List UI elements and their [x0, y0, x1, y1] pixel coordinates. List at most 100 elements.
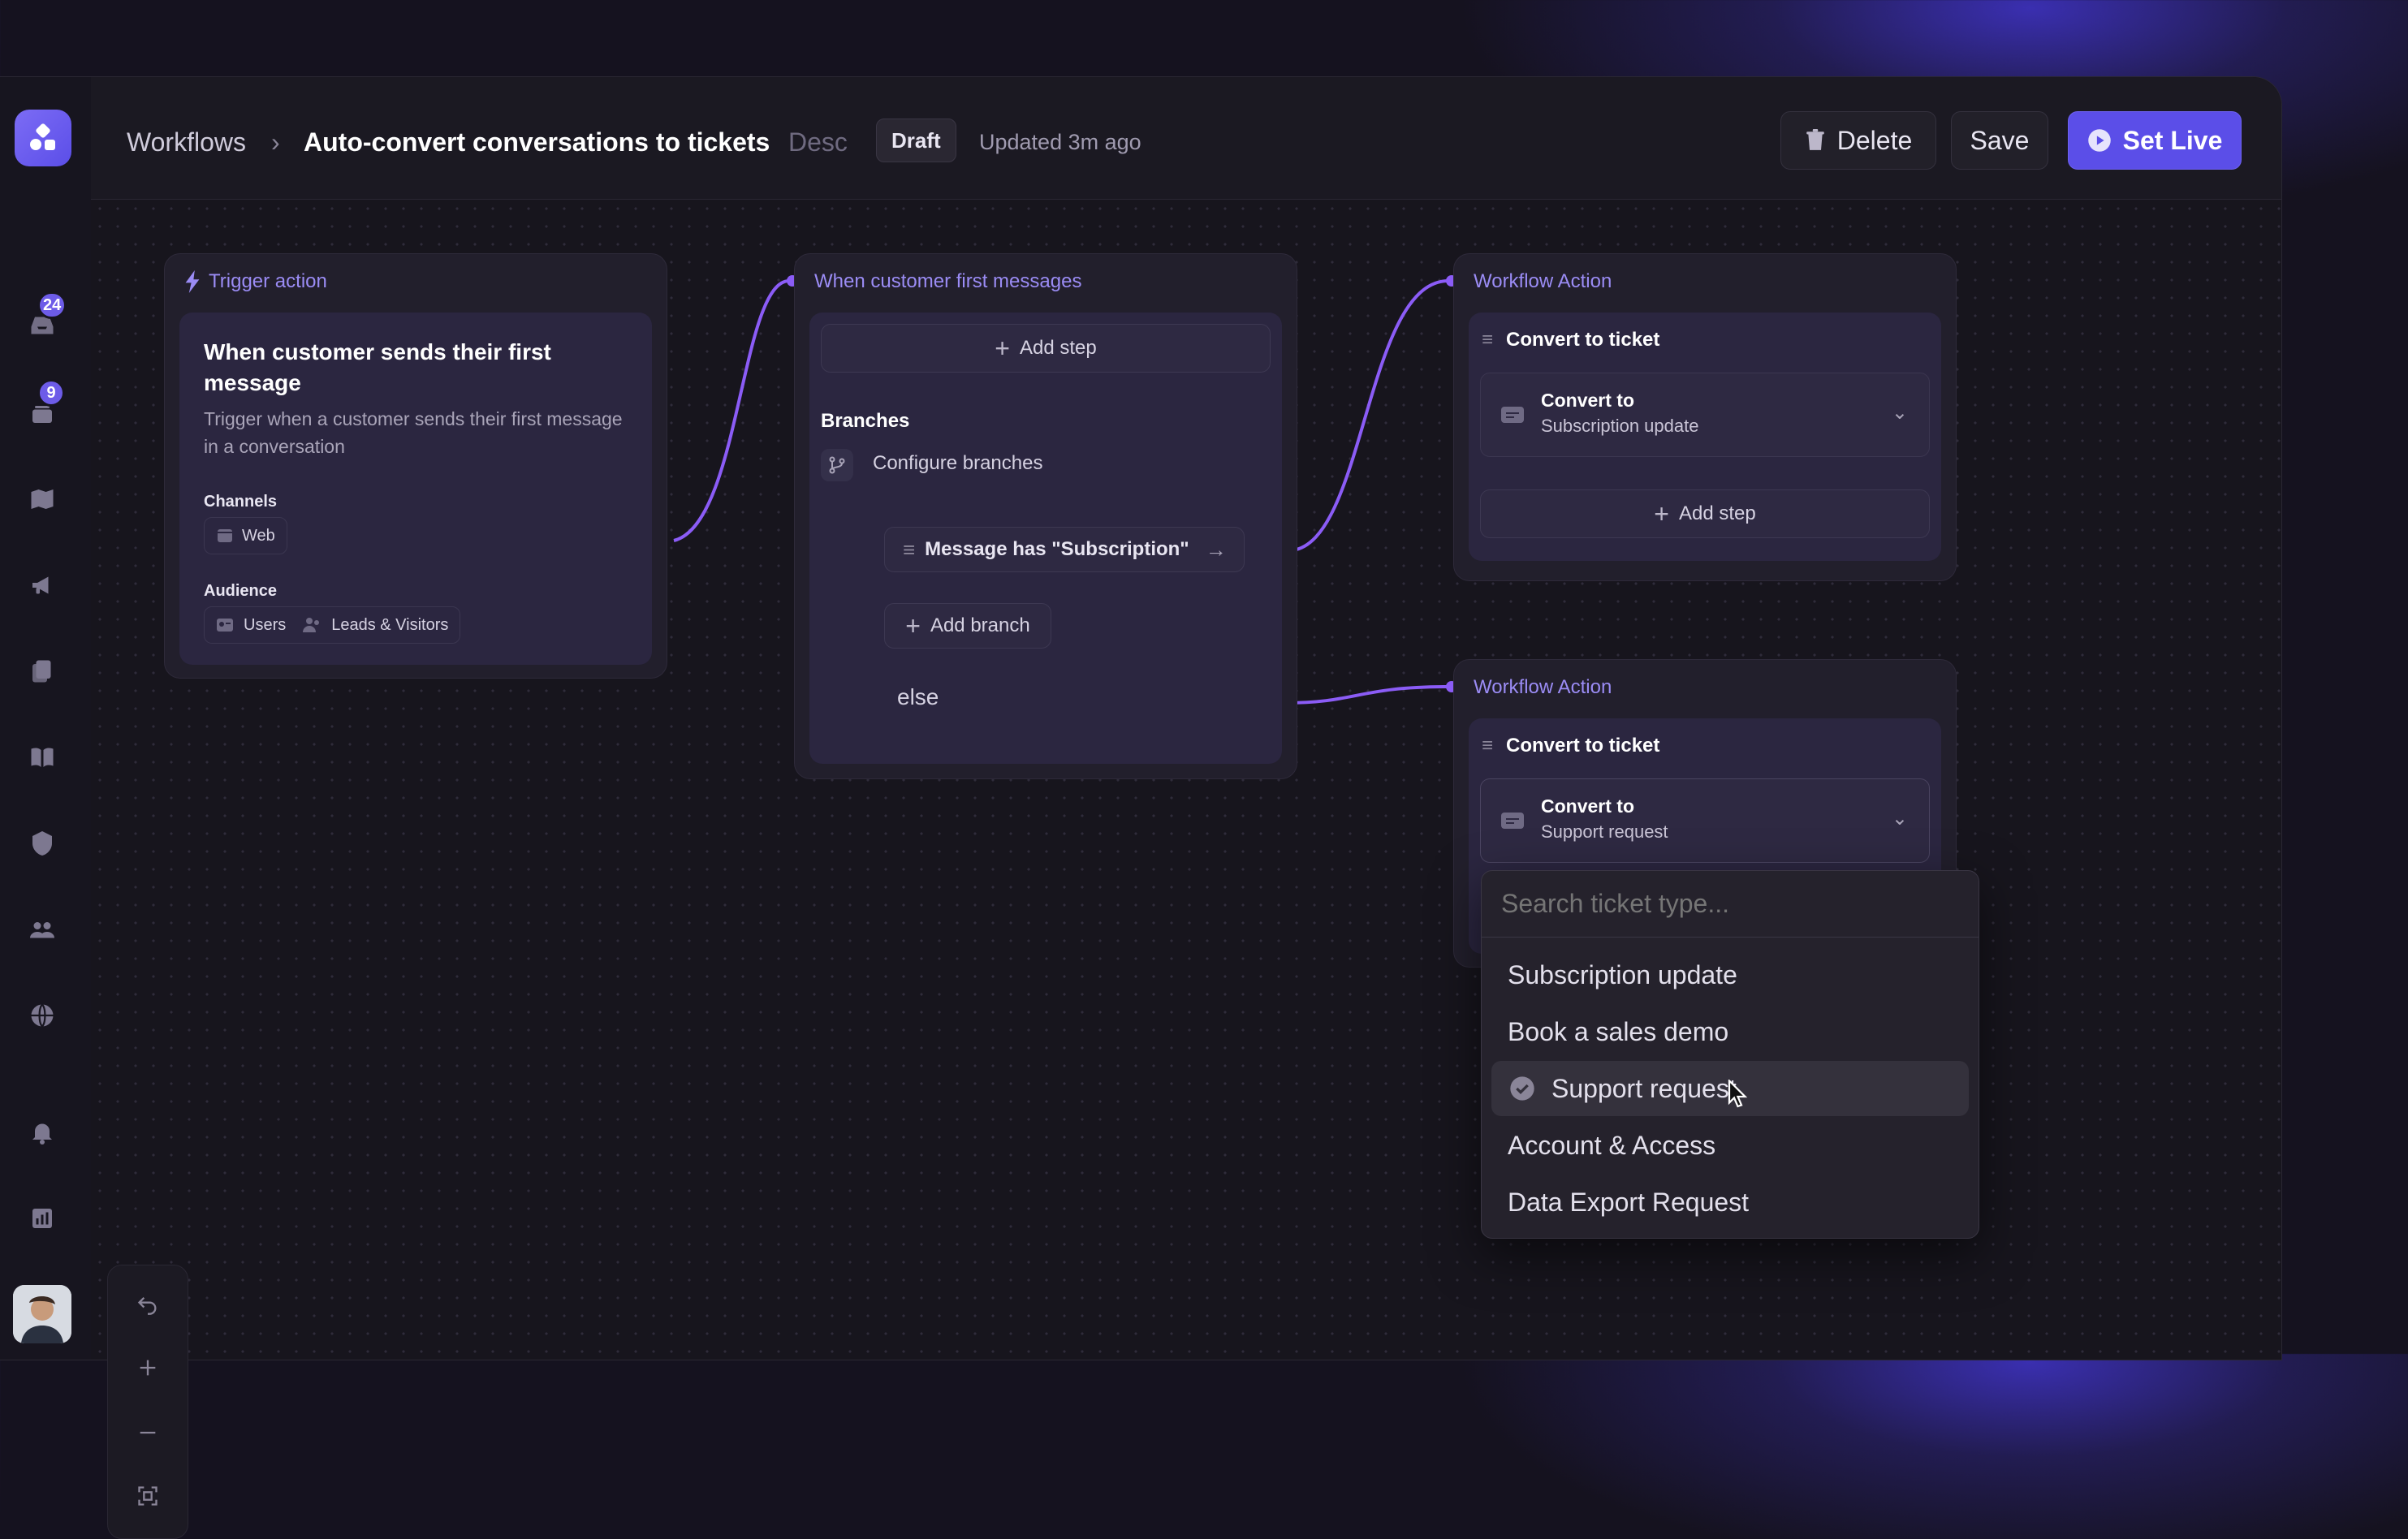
- condition-label: Message has "Subscription": [925, 538, 1189, 560]
- audience-leads: Leads & Visitors: [331, 615, 449, 634]
- mouse-cursor-icon: [1728, 1080, 1748, 1108]
- globe-icon[interactable]: [24, 998, 60, 1033]
- add-branch-label: Add branch: [930, 614, 1030, 636]
- audience-users: Users: [244, 615, 287, 634]
- ticket-type-dropdown: Subscription update Book a sales demo Su…: [1481, 870, 1979, 1239]
- description-button[interactable]: Desc: [788, 124, 848, 160]
- chevron-right-icon: ›: [271, 127, 280, 157]
- add-step-button[interactable]: + Add step: [821, 324, 1271, 373]
- user-avatar[interactable]: [13, 1285, 71, 1343]
- save-button[interactable]: Save: [1951, 111, 2048, 170]
- channel-chip-web[interactable]: Web: [204, 517, 287, 554]
- shield-icon[interactable]: [24, 826, 60, 861]
- logo-icon: [30, 123, 55, 150]
- play-circle-icon: [2087, 129, 2111, 152]
- convert-to-value: Subscription update: [1541, 416, 1699, 436]
- check-circle-icon: [1510, 1076, 1534, 1101]
- lightning-icon: [185, 270, 200, 293]
- set-live-button[interactable]: Set Live: [2068, 111, 2242, 170]
- else-branch-label: else: [897, 684, 939, 709]
- action1-body: ≡ Convert to ticket Convert to Subscript…: [1469, 313, 1941, 561]
- trigger-body: When customer sends their first message …: [179, 313, 652, 665]
- drag-handle-icon: ≡: [1482, 735, 1494, 757]
- add-branch-button[interactable]: + Add branch: [884, 603, 1051, 649]
- zoom-controls: [107, 1265, 188, 1539]
- web-icon: [218, 529, 232, 542]
- tickets-badge: 9: [37, 379, 65, 407]
- contacts-icon[interactable]: [24, 912, 60, 947]
- action1-head: Workflow Action: [1474, 270, 1612, 292]
- zoom-out-icon[interactable]: [132, 1416, 164, 1449]
- chevron-down-icon: ⌄: [1891, 808, 1908, 830]
- option-support-request-label: Support request: [1551, 1073, 1737, 1103]
- reports-icon[interactable]: [24, 1201, 60, 1236]
- updated-timestamp: Updated 3m ago: [979, 130, 1141, 154]
- action1-title: Convert to ticket: [1506, 329, 1660, 351]
- breadcrumb-workflows[interactable]: Workflows: [127, 124, 246, 160]
- action2-head: Workflow Action: [1474, 676, 1612, 698]
- ticket-icon: [1501, 407, 1524, 423]
- option-data-export-request[interactable]: Data Export Request: [1491, 1175, 1969, 1230]
- app-logo[interactable]: [15, 110, 71, 166]
- convert-to-label: Convert to: [1541, 795, 1634, 817]
- configure-branches-link[interactable]: Configure branches: [873, 452, 1042, 475]
- save-label: Save: [1970, 125, 2030, 155]
- drag-handle-icon: ≡: [903, 537, 916, 562]
- map-icon[interactable]: [24, 481, 60, 517]
- branch-body: + Add step Branches Configure branches ≡…: [809, 313, 1282, 764]
- action1-title-row: ≡ Convert to ticket: [1482, 329, 1659, 351]
- convert-to-select-2[interactable]: Convert to Support request ⌄: [1480, 778, 1930, 863]
- plus-icon: +: [1654, 498, 1669, 528]
- plus-icon: +: [905, 610, 921, 640]
- trigger-head: Trigger action: [184, 270, 327, 293]
- option-book-sales-demo[interactable]: Book a sales demo: [1491, 1004, 1969, 1059]
- branch-head: When customer first messages: [814, 270, 1082, 292]
- book-icon[interactable]: [24, 739, 60, 775]
- zoom-in-icon[interactable]: [132, 1351, 164, 1384]
- ticket-icon: [1501, 813, 1524, 829]
- bell-icon[interactable]: [24, 1114, 60, 1150]
- megaphone-icon[interactable]: [24, 567, 60, 603]
- option-subscription-update[interactable]: Subscription update: [1491, 947, 1969, 1002]
- channels-label: Channels: [204, 493, 278, 511]
- documents-icon[interactable]: [24, 653, 60, 689]
- status-badge: Draft: [876, 119, 956, 162]
- branch-card[interactable]: When customer first messages + Add step …: [794, 253, 1297, 779]
- drag-handle-icon: ≡: [1482, 329, 1494, 351]
- convert-to-label: Convert to: [1541, 390, 1634, 411]
- leads-icon: [303, 618, 320, 632]
- arrow-right-icon: →: [1205, 537, 1227, 562]
- option-account-access[interactable]: Account & Access: [1491, 1118, 1969, 1173]
- action2-title: Convert to ticket: [1506, 735, 1660, 757]
- audience-label: Audience: [204, 582, 278, 600]
- convert-to-select-1[interactable]: Convert to Subscription update ⌄: [1480, 373, 1930, 457]
- trigger-head-label: Trigger action: [209, 270, 327, 292]
- action2-title-row: ≡ Convert to ticket: [1482, 735, 1659, 757]
- delete-button[interactable]: Delete: [1780, 111, 1936, 170]
- left-rail: 24 9: [0, 77, 88, 1360]
- undo-icon[interactable]: [132, 1288, 164, 1321]
- fit-view-icon[interactable]: [132, 1480, 164, 1512]
- trigger-description: Trigger when a customer sends their firs…: [204, 408, 623, 457]
- branch-icon: [821, 449, 853, 481]
- convert-to-value: Support request: [1541, 821, 1668, 842]
- trigger-card[interactable]: Trigger action When customer sends their…: [164, 253, 667, 679]
- add-step-label-2: Add step: [1678, 502, 1756, 524]
- audience-chip[interactable]: Users Leads & Visitors: [204, 606, 461, 644]
- set-live-label: Set Live: [2122, 125, 2223, 155]
- channel-label: Web: [242, 526, 275, 545]
- workflow-action-card-1[interactable]: Workflow Action ≡ Convert to ticket Conv…: [1453, 253, 1957, 581]
- branch-condition[interactable]: ≡ Message has "Subscription" →: [884, 527, 1245, 572]
- plus-icon: +: [995, 333, 1010, 363]
- top-bar: Workflows › Auto-convert conversations t…: [91, 77, 2281, 200]
- add-step-label: Add step: [1019, 337, 1097, 359]
- delete-label: Delete: [1836, 125, 1913, 155]
- trash-icon: [1806, 129, 1824, 150]
- branches-label: Branches: [821, 410, 910, 432]
- users-icon: [217, 619, 233, 632]
- add-step-button-2[interactable]: + Add step: [1480, 489, 1930, 538]
- workflow-title[interactable]: Auto-convert conversations to tickets: [304, 124, 770, 160]
- trigger-title: When customer sends their first message: [204, 339, 551, 395]
- inbox-badge: 24: [37, 291, 67, 319]
- ticket-type-search-input[interactable]: [1482, 871, 1979, 938]
